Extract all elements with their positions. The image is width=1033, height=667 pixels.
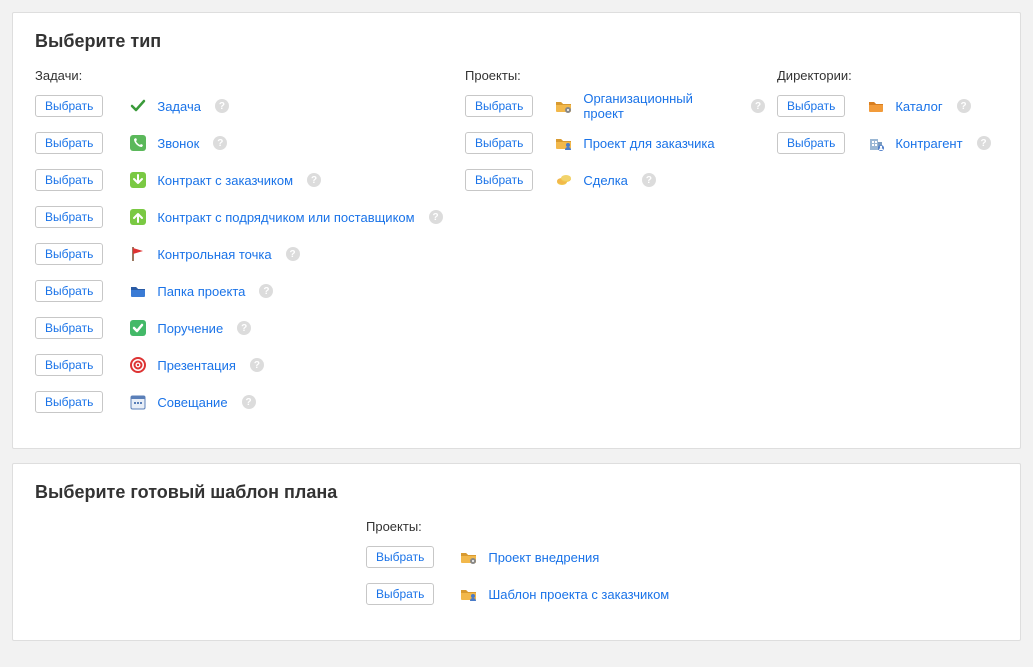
select-button[interactable]: Выбрать <box>465 95 533 117</box>
folder-person-icon <box>460 585 478 603</box>
select-button[interactable]: Выбрать <box>465 132 533 154</box>
task-link[interactable]: Контрольная точка <box>157 247 271 262</box>
help-icon[interactable]: ? <box>307 173 321 187</box>
select-button[interactable]: Выбрать <box>35 317 103 339</box>
help-icon[interactable]: ? <box>642 173 656 187</box>
directory-link[interactable]: Каталог <box>895 99 942 114</box>
directories-column: Директории: Выбрать Каталог ? Выбрать Ко… <box>777 68 998 426</box>
folder-orange-icon <box>867 97 885 115</box>
help-icon[interactable]: ? <box>250 358 264 372</box>
select-button[interactable]: Выбрать <box>366 546 434 568</box>
select-button[interactable]: Выбрать <box>777 132 845 154</box>
template-panel: Выберите готовый шаблон плана Проекты: В… <box>12 463 1021 641</box>
select-button[interactable]: Выбрать <box>35 243 103 265</box>
task-link[interactable]: Звонок <box>157 136 199 151</box>
help-icon[interactable]: ? <box>957 99 971 113</box>
help-icon[interactable]: ? <box>429 210 443 224</box>
project-link[interactable]: Организационный проект <box>583 91 737 121</box>
help-icon[interactable]: ? <box>751 99 765 113</box>
folder-gear-icon <box>555 97 573 115</box>
building-icon <box>867 134 885 152</box>
directory-row: Выбрать Каталог ? <box>777 93 998 119</box>
task-row: Выбрать Поручение ? <box>35 315 453 341</box>
task-row: Выбрать Задача ? <box>35 93 453 119</box>
arrow-up-icon <box>129 208 147 226</box>
folder-blue-icon <box>129 282 147 300</box>
task-link[interactable]: Поручение <box>157 321 223 336</box>
tasks-column: Задачи: Выбрать Задача ? Выбрать Звонок … <box>35 68 453 426</box>
select-button[interactable]: Выбрать <box>465 169 533 191</box>
select-button[interactable]: Выбрать <box>366 583 434 605</box>
check-icon <box>129 97 147 115</box>
task-row: Выбрать Папка проекта ? <box>35 278 453 304</box>
help-icon[interactable]: ? <box>259 284 273 298</box>
task-link[interactable]: Папка проекта <box>157 284 245 299</box>
directory-row: Выбрать Контрагент ? <box>777 130 998 156</box>
task-row: Выбрать Совещание ? <box>35 389 453 415</box>
template-row: Выбрать Проект внедрения <box>366 544 726 570</box>
template-row: Выбрать Шаблон проекта с заказчиком <box>366 581 726 607</box>
select-button[interactable]: Выбрать <box>35 280 103 302</box>
template-link[interactable]: Проект внедрения <box>488 550 599 565</box>
calendar-icon <box>129 393 147 411</box>
help-icon[interactable]: ? <box>213 136 227 150</box>
directory-link[interactable]: Контрагент <box>895 136 962 151</box>
flag-icon <box>129 245 147 263</box>
projects-column: Проекты: Выбрать Организационный проект … <box>465 68 765 426</box>
coins-icon <box>555 171 573 189</box>
select-button[interactable]: Выбрать <box>35 95 103 117</box>
template-projects-header: Проекты: <box>366 519 726 534</box>
project-link[interactable]: Сделка <box>583 173 628 188</box>
template-panel-title: Выберите готовый шаблон плана <box>35 482 998 503</box>
type-columns: Задачи: Выбрать Задача ? Выбрать Звонок … <box>35 68 998 426</box>
target-icon <box>129 356 147 374</box>
select-button[interactable]: Выбрать <box>777 95 845 117</box>
projects-header: Проекты: <box>465 68 765 83</box>
phone-icon <box>129 134 147 152</box>
arrow-down-icon <box>129 171 147 189</box>
folder-person-icon <box>555 134 573 152</box>
project-row: Выбрать Проект для заказчика <box>465 130 765 156</box>
help-icon[interactable]: ? <box>237 321 251 335</box>
select-button[interactable]: Выбрать <box>35 354 103 376</box>
task-row: Выбрать Звонок ? <box>35 130 453 156</box>
project-row: Выбрать Сделка ? <box>465 167 765 193</box>
task-row: Выбрать Контрольная точка ? <box>35 241 453 267</box>
select-button[interactable]: Выбрать <box>35 391 103 413</box>
project-link[interactable]: Проект для заказчика <box>583 136 714 151</box>
directories-header: Директории: <box>777 68 998 83</box>
task-link[interactable]: Контракт с подрядчиком или поставщиком <box>157 210 414 225</box>
task-link[interactable]: Задача <box>157 99 201 114</box>
task-row: Выбрать Контракт с подрядчиком или поста… <box>35 204 453 230</box>
task-link[interactable]: Контракт с заказчиком <box>157 173 293 188</box>
tick-green-icon <box>129 319 147 337</box>
help-icon[interactable]: ? <box>977 136 991 150</box>
help-icon[interactable]: ? <box>215 99 229 113</box>
task-link[interactable]: Презентация <box>157 358 236 373</box>
type-panel-title: Выберите тип <box>35 31 998 52</box>
select-button[interactable]: Выбрать <box>35 169 103 191</box>
template-columns: Проекты: Выбрать Проект внедрения Выбрат… <box>35 519 998 607</box>
template-projects-column: Проекты: Выбрать Проект внедрения Выбрат… <box>366 519 726 607</box>
select-button[interactable]: Выбрать <box>35 206 103 228</box>
type-panel: Выберите тип Задачи: Выбрать Задача ? Вы… <box>12 12 1021 449</box>
help-icon[interactable]: ? <box>242 395 256 409</box>
select-button[interactable]: Выбрать <box>35 132 103 154</box>
task-row: Выбрать Презентация ? <box>35 352 453 378</box>
tasks-header: Задачи: <box>35 68 453 83</box>
template-link[interactable]: Шаблон проекта с заказчиком <box>488 587 669 602</box>
folder-gear-icon <box>460 548 478 566</box>
task-link[interactable]: Совещание <box>157 395 227 410</box>
task-row: Выбрать Контракт с заказчиком ? <box>35 167 453 193</box>
help-icon[interactable]: ? <box>286 247 300 261</box>
project-row: Выбрать Организационный проект ? <box>465 93 765 119</box>
